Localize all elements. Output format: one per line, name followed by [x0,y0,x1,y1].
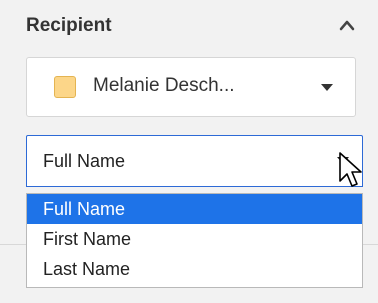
recipient-name: Melanie Desch... [93,75,235,96]
option-full-name[interactable]: Full Name [27,194,362,224]
recipient-dropdown[interactable]: Melanie Desch... [26,57,356,117]
field-type-dropdown[interactable]: Full Name [26,135,363,187]
section-title: Recipient [26,15,112,36]
mouse-cursor-icon [339,152,362,187]
option-last-name[interactable]: Last Name [27,254,362,284]
divider [363,244,378,245]
recipient-color-swatch [54,76,76,98]
recipient-panel: Recipient Melanie Desch... Full Name Ful… [0,0,378,303]
field-type-options-list: Full Name First Name Last Name [26,193,363,288]
caret-down-icon [321,84,333,91]
field-type-value: Full Name [43,151,126,171]
option-first-name[interactable]: First Name [27,224,362,254]
chevron-up-icon[interactable] [338,18,356,32]
divider [0,244,26,245]
